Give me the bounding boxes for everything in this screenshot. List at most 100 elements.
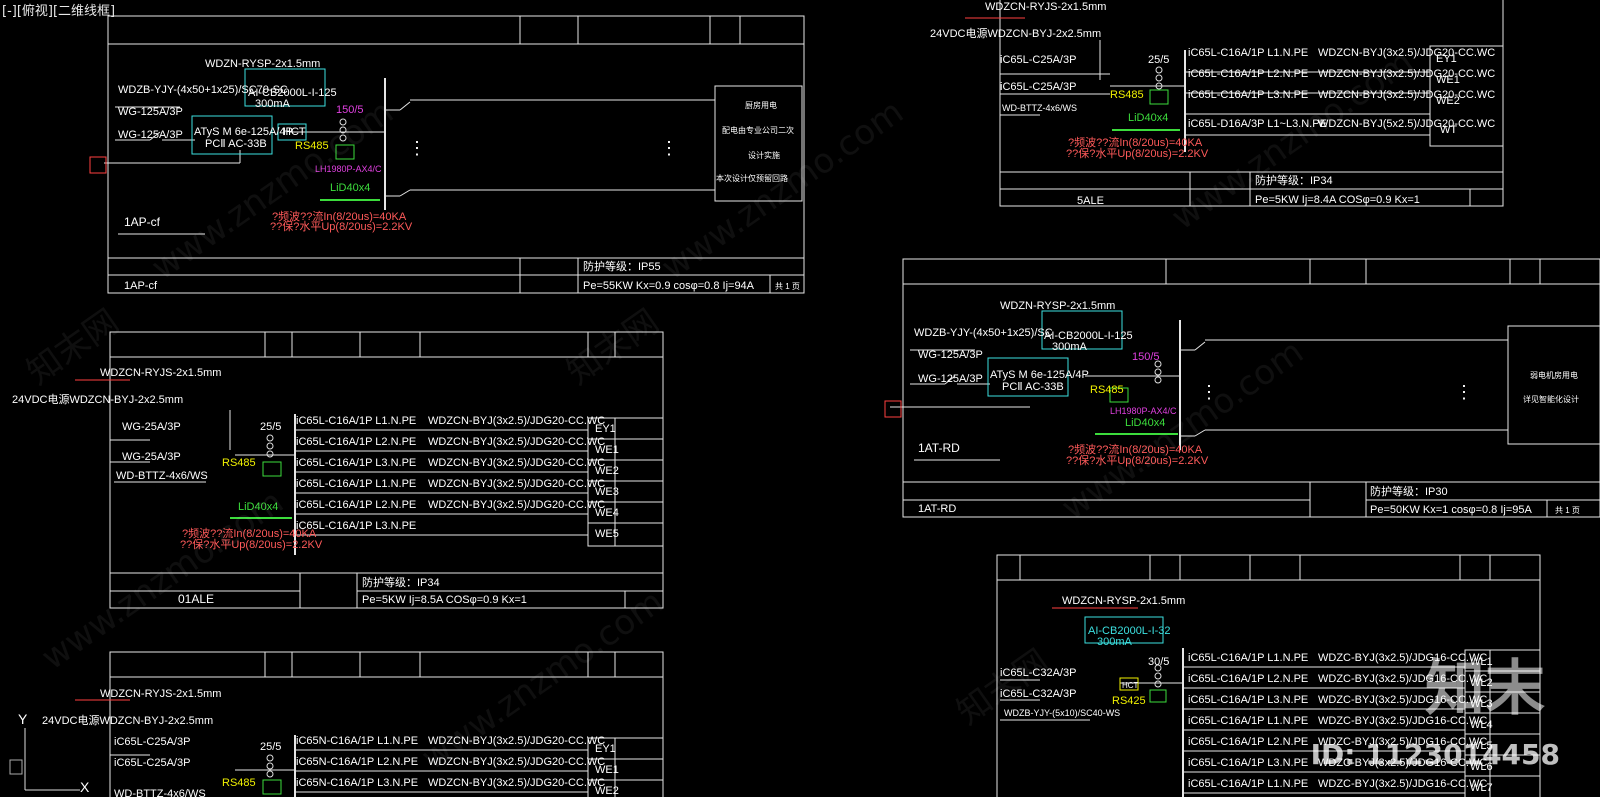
p01-row-breaker: iC65L-C16A/1P L2.N.PE [296, 436, 416, 448]
pwl-row-breaker: iC65L-C16A/1P L1.N.PE [1188, 652, 1308, 664]
p5-row-id: WE2 [1436, 95, 1460, 107]
p1-lid: LiD40x4 [330, 182, 370, 194]
pbl-row-id: WE1 [595, 764, 619, 776]
p5-rs485: RS485 [1110, 89, 1144, 101]
p1-ellipsis-2: ⋮ [660, 138, 678, 158]
p1-dest2: 配电由专业公司二次 [722, 125, 794, 135]
ucs-x-label: X [80, 779, 90, 795]
prd-dest1: 弱电机房用电 [1530, 370, 1578, 380]
p1-breaker1: WG-125A/3P [118, 106, 183, 118]
p5-spd2: ??保?水平Up(8/20us)=2.2KV [1066, 146, 1209, 160]
pwl-cable-in: WDZB-YJY-(5x10)/SC40-WS [1004, 708, 1120, 718]
p5-row-id: WE1 [1436, 74, 1460, 86]
p01-row-id: WE3 [595, 486, 619, 498]
prd-ip: 防护等级：IP30 [1370, 484, 1448, 498]
p5-row-breaker: iC65L-C16A/1P L2.N.PE [1188, 68, 1308, 80]
pwl-row-breaker: iC65L-C16A/1P L1.N.PE [1188, 715, 1308, 727]
p01-row-cable: WDZCN-BYJ(3x2.5)/JDG20-CC.WC [428, 478, 605, 490]
p1-cable-top: WDZN-RYSP-2x1.5mm [205, 58, 320, 70]
prd-leak: 300mA [1052, 341, 1088, 353]
p01-row-breaker: iC65L-C16A/1P L3.N.PE [296, 520, 416, 532]
p1-sheet: 共 1 页 [775, 282, 800, 291]
prd-breaker1: WG-125A/3P [918, 349, 983, 361]
znzmo-logo: 知末 [1425, 654, 1545, 724]
p01-name: 01ALE [178, 592, 214, 606]
p5-cable-24v: 24VDC电源WDZCN-BYJ-2x2.5mm [930, 26, 1101, 40]
p1-name: 1AP-cf [124, 215, 161, 229]
pwl-leak: 300mA [1097, 636, 1133, 648]
p5-load: Pe=5KW Ij=8.4A COSφ=0.9 Kx=1 [1255, 194, 1420, 206]
pbl-cable-top: WDZCN-RYJS-2x1.5mm [100, 688, 221, 700]
pbl-b2: iC65L-C25A/3P [114, 757, 190, 769]
cad-drawing[interactable]: WDZN-RYSP-2x1.5mm WDZB-YJY-(4x50+1x25)/S… [0, 0, 1600, 797]
p01-row-breaker: iC65L-C16A/1P L1.N.PE [296, 478, 416, 490]
pwl-row-breaker: iC65L-C16A/1P L1.N.PE [1188, 778, 1308, 790]
prd-breaker2: WG-125A/3P [918, 373, 983, 385]
pbl-bttz: WD-BTTZ-4x6/WS [114, 788, 206, 797]
p1-leak: 300mA [255, 98, 291, 110]
pwl-row-cable: WDZC-BYJ(3x2.5)/JDG16-CC.WC [1318, 778, 1487, 790]
p01-row-id: EY1 [595, 423, 616, 435]
p1-dest1: 厨房用电 [745, 100, 777, 110]
p01-row-cable: WDZCN-BYJ(3x2.5)/JDG20-CC.WC [428, 436, 605, 448]
p5-cable-top: WDZCN-RYJS-2x1.5mm [985, 1, 1106, 13]
p01-row-breaker: iC65L-C16A/1P L3.N.PE [296, 457, 416, 469]
pbl-row-breaker: iC65N-C16A/1P L1.N.PE [296, 735, 418, 747]
pwl-rs485: RS425 [1112, 695, 1146, 707]
p1-dest3: 设计实施 [748, 150, 780, 160]
pwl-ct: 30/5 [1148, 656, 1169, 668]
ucs-icon [9, 728, 80, 791]
prd-ats1: ATyS M 6e-125A/4P [990, 369, 1089, 381]
pwl-row-breaker: iC65L-C16A/1P L3.N.PE [1188, 757, 1308, 769]
p5-spd1: ?频波??流In(8/20us)=40KA [1068, 135, 1203, 149]
p01-b2: WG-25A/3P [122, 451, 181, 463]
prd-name: 1AT-RD [918, 441, 960, 455]
image-id-label: ID: 1123014458 [1310, 738, 1560, 771]
p1-breaker2: WG-125A/3P [118, 129, 183, 141]
pbl-b1: iC65L-C25A/3P [114, 736, 190, 748]
p1-ats1: ATyS M 6e-125A/4P [194, 126, 293, 138]
p5-row-id: WT [1440, 124, 1457, 136]
p5-b1: iC65L-C25A/3P [1000, 54, 1076, 66]
p01-rs485: RS485 [222, 457, 256, 469]
p01-rows: iC65L-C16A/1P L1.N.PE WDZCN-BYJ(3x2.5)/J… [296, 415, 619, 540]
p01-row-id: WE2 [595, 465, 619, 477]
pbl-row-breaker: iC65N-C16A/1P L3.N.PE [296, 777, 418, 789]
pbl-ct: 25/5 [260, 741, 281, 753]
prd-ellipsis-2: ⋮ [1455, 382, 1473, 402]
pbl-row-breaker: iC65N-C16A/1P L2.N.PE [296, 756, 418, 768]
p01-load: Pe=5KW Ij=8.5A COSφ=0.9 Kx=1 [362, 594, 527, 606]
pbl-row-id: EY1 [595, 743, 616, 755]
p01-row-breaker: iC65L-C16A/1P L1.N.PE [296, 415, 416, 427]
p1-hct: HCT [283, 126, 306, 138]
prd-sheet: 共 1 页 [1555, 506, 1580, 515]
p01-ct: 25/5 [260, 421, 281, 433]
p01-cable-24v: 24VDC电源WDZCN-BYJ-2x2.5mm [12, 392, 183, 406]
p5-ct: 25/5 [1148, 54, 1169, 66]
p5-row-id: EY1 [1436, 53, 1457, 65]
p01-row-cable: WDZCN-BYJ(3x2.5)/JDG20-CC.WC [428, 499, 605, 511]
pbl-row-cable: WDZCN-BYJ(3x2.5)/JDG20-CC.WC [428, 777, 605, 789]
pbl-cable-24v: 24VDC电源WDZCN-BYJ-2x2.5mm [42, 713, 213, 727]
prd-cable-in: WDZB-YJY-(4x50+1x25)/SC [914, 327, 1053, 339]
prd-meter: LH1980P-AX4/C [1110, 406, 1177, 416]
pwl-row-breaker: iC65L-C16A/1P L3.N.PE [1188, 694, 1308, 706]
p01-bttz: WD-BTTZ-4x6/WS [116, 470, 208, 482]
p01-row-cable: WDZCN-BYJ(3x2.5)/JDG20-CC.WC [428, 457, 605, 469]
prd-cable-top: WDZN-RYSP-2x1.5mm [1000, 300, 1115, 312]
p01-b1: WG-25A/3P [122, 421, 181, 433]
p01-ip: 防护等级：IP34 [362, 575, 440, 589]
prd-ats2: PCⅡ AC-33B [1002, 381, 1064, 393]
prd-load: Pe=50KW Kx=1 cosφ=0.8 Ij=95A [1370, 504, 1533, 516]
pwl-row-breaker: iC65L-C16A/1P L2.N.PE [1188, 736, 1308, 748]
p01-row-id: WE4 [595, 507, 619, 519]
p5-row-breaker: iC65L-C16A/1P L1.N.PE [1188, 47, 1308, 59]
pbl-row-id: WE2 [595, 785, 619, 797]
p01-row-cable: WDZCN-BYJ(3x2.5)/JDG20-CC.WC [428, 415, 605, 427]
prd-ct: 150/5 [1132, 351, 1160, 363]
p5-row-breaker: iC65L-C16A/1P L3.N.PE [1188, 89, 1308, 101]
p5-b2: iC65L-C25A/3P [1000, 81, 1076, 93]
prd-name-foot: 1AT-RD [918, 503, 956, 515]
p1-load: Pe=55KW Kx=0.9 cosφ=0.8 Ij=94A [583, 280, 755, 292]
pwl-row-breaker: iC65L-C16A/1P L2.N.PE [1188, 673, 1308, 685]
